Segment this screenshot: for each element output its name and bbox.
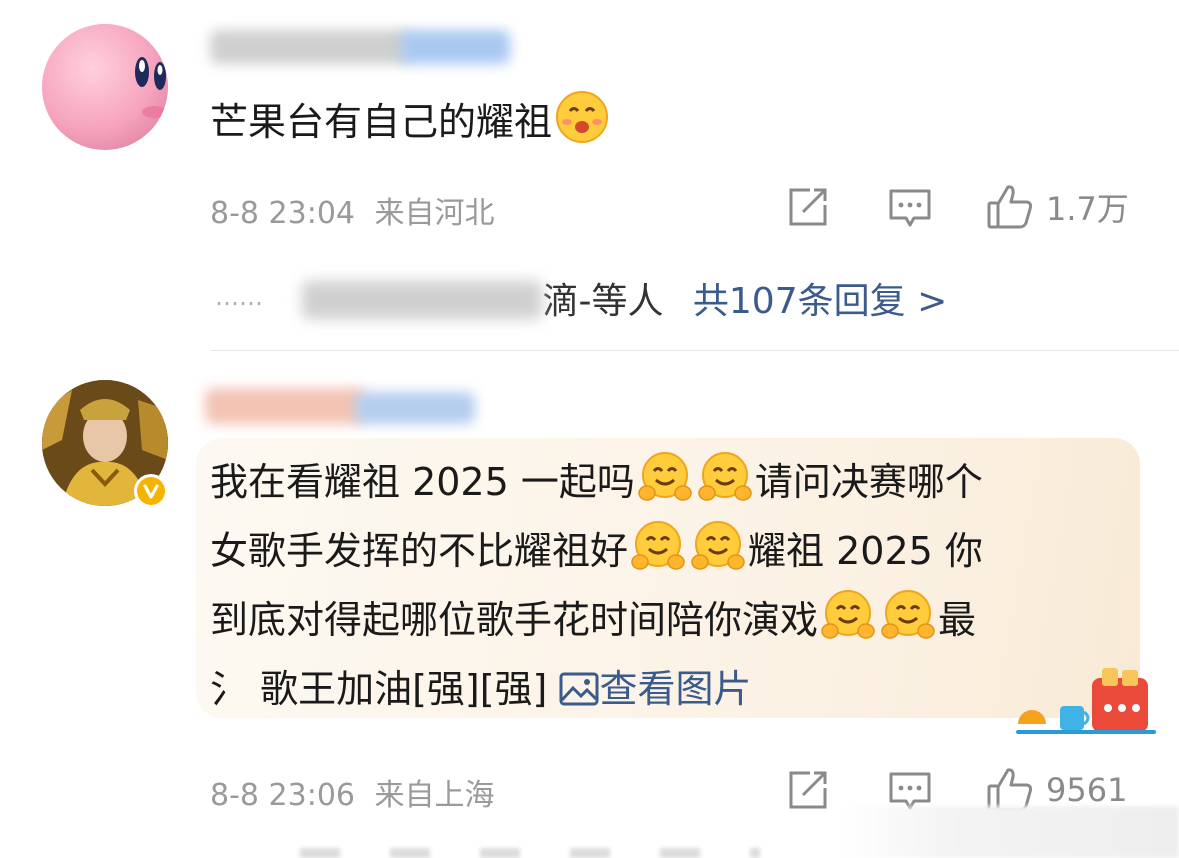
view-replies-link[interactable]: 共107条回复 > xyxy=(693,281,947,322)
comment-location: 来自河北 xyxy=(374,196,495,231)
toaster-breakfast-icon xyxy=(1016,668,1156,734)
share-icon xyxy=(789,188,827,226)
reply-ellipsis: …… xyxy=(215,283,263,311)
comment-time: 8-8 23:06 xyxy=(210,778,355,813)
comment-line: 我在看耀祖 2025 一起吗 请问决赛哪个 xyxy=(210,448,1130,517)
comment-divider xyxy=(210,350,1179,351)
hug-emoji-icon xyxy=(821,590,875,639)
comment-segment: 女歌手发挥的不比耀祖好 xyxy=(210,529,629,573)
comment-button[interactable] xyxy=(888,186,932,230)
like-button[interactable]: 1.7万 xyxy=(986,183,1129,231)
comment-segment: 请问决赛哪个 xyxy=(754,460,983,504)
comment-text: 芒果台有自己的耀祖 xyxy=(210,88,612,157)
comment-meta: 8-8 23:04 来自河北 xyxy=(210,188,495,232)
hug-emoji-icon xyxy=(631,521,685,570)
username-blurred[interactable] xyxy=(205,388,365,424)
comment-line: 到底对得起哪位歌手花时间陪你演戏 最 xyxy=(210,586,1130,655)
next-comment-peek xyxy=(300,848,760,858)
reply-names: 滴-等人 xyxy=(542,281,664,322)
share-icon xyxy=(789,771,827,809)
reply-names-blurred xyxy=(302,281,543,319)
comment-segment: 耀祖 2025 你 xyxy=(748,529,983,573)
share-button[interactable] xyxy=(786,185,830,229)
like-icon xyxy=(987,185,1033,229)
comment-segment: 氵 歌王加油[强][强] xyxy=(210,667,548,711)
hug-emoji-icon xyxy=(638,452,692,501)
username-blurred[interactable] xyxy=(210,30,410,64)
like-count: 1.7万 xyxy=(1046,190,1129,228)
share-button[interactable] xyxy=(786,768,830,812)
verified-badge xyxy=(134,474,168,508)
comment-segment: 最 xyxy=(938,598,977,642)
reply-summary[interactable]: …… 滴-等人 共107条回复 > xyxy=(215,272,947,324)
username-badge-blurred xyxy=(400,30,510,64)
comment-segment: 我在看耀祖 2025 一起吗 xyxy=(210,460,635,504)
comment-text: 我在看耀祖 2025 一起吗 请问决赛哪个 女歌手发挥的不比耀祖好 耀祖 2025 … xyxy=(210,448,1130,724)
like-count: 9561 xyxy=(1046,771,1128,809)
username-badge-blurred xyxy=(355,392,475,424)
comment-time: 8-8 23:04 xyxy=(210,196,355,231)
comment-line: 女歌手发挥的不比耀祖好 耀祖 2025 你 xyxy=(210,517,1130,586)
watermark-overlay xyxy=(840,806,1179,858)
view-image-label: 查看图片 xyxy=(599,667,752,711)
comment-segment: 到底对得起哪位歌手花时间陪你演戏 xyxy=(210,598,819,642)
blush-smile-emoji-icon xyxy=(556,91,609,143)
comment-line: 氵 歌王加油[强][强] 查看图片 xyxy=(210,655,1130,724)
view-image-link[interactable]: 查看图片 xyxy=(559,667,752,711)
user-avatar[interactable] xyxy=(42,24,168,150)
image-icon xyxy=(559,672,599,706)
comment-body: 芒果台有自己的耀祖 xyxy=(210,100,553,144)
comment-meta: 8-8 23:06 来自上海 xyxy=(210,770,495,814)
verified-v-icon xyxy=(137,477,165,505)
hug-emoji-icon xyxy=(691,521,745,570)
comment-icon xyxy=(889,189,931,227)
hug-emoji-icon xyxy=(881,590,935,639)
comment-location: 来自上海 xyxy=(374,778,495,813)
card-decoration xyxy=(1016,668,1156,742)
hug-emoji-icon xyxy=(698,452,752,501)
kirby-avatar-icon xyxy=(42,24,168,150)
